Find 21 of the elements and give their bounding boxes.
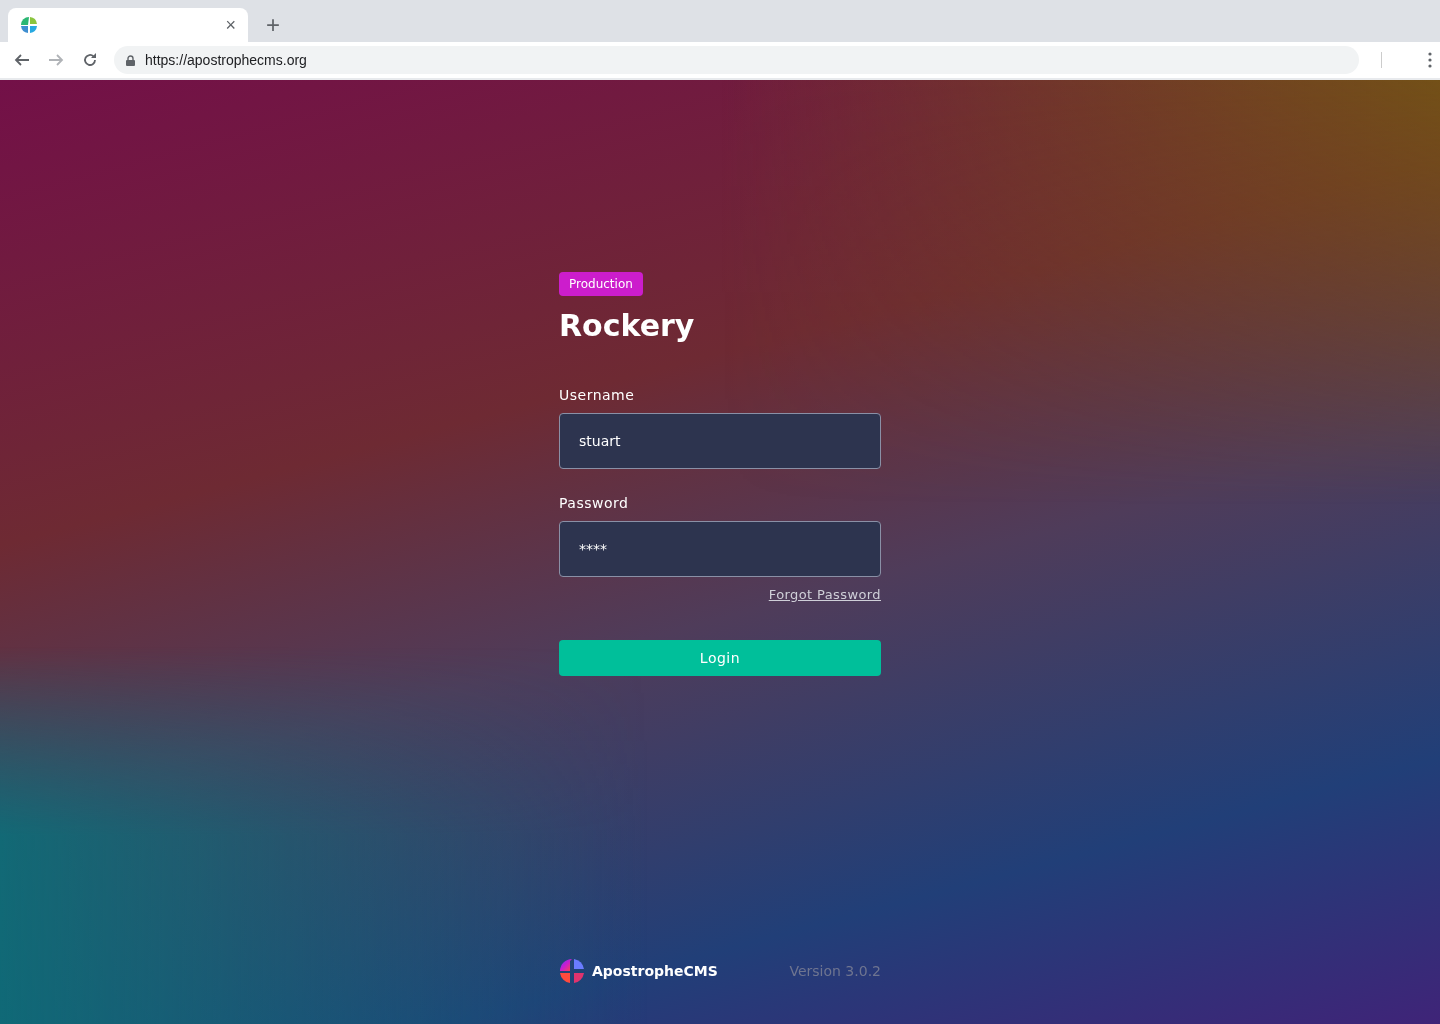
brand-name: ApostropheCMS — [592, 963, 718, 979]
close-tab-button[interactable]: × — [221, 15, 240, 35]
brand-logo-icon — [559, 958, 585, 984]
back-arrow-icon — [14, 52, 30, 68]
site-title: Rockery — [559, 308, 696, 343]
site-logo-icon — [20, 16, 38, 34]
menu-icon[interactable] — [1428, 52, 1432, 68]
forgot-password-link[interactable]: Forgot Password — [768, 587, 881, 602]
input-field[interactable]: **** — [559, 521, 881, 577]
field-label: Password — [559, 495, 630, 511]
forward-arrow-icon — [48, 52, 64, 68]
browser-tab[interactable]: × — [8, 8, 248, 42]
input-field[interactable]: stuart — [559, 413, 881, 469]
version-text: Version 3.0.2 — [789, 963, 881, 979]
address-bar[interactable]: https://apostrophecms.org — [114, 46, 1359, 74]
reload-icon — [82, 52, 98, 68]
url-text: https://apostrophecms.org — [145, 52, 307, 68]
field-label: Username — [559, 387, 636, 403]
lock-icon — [126, 54, 135, 66]
environment-badge: Production — [559, 272, 643, 296]
new-tab-button[interactable]: + — [260, 12, 286, 38]
